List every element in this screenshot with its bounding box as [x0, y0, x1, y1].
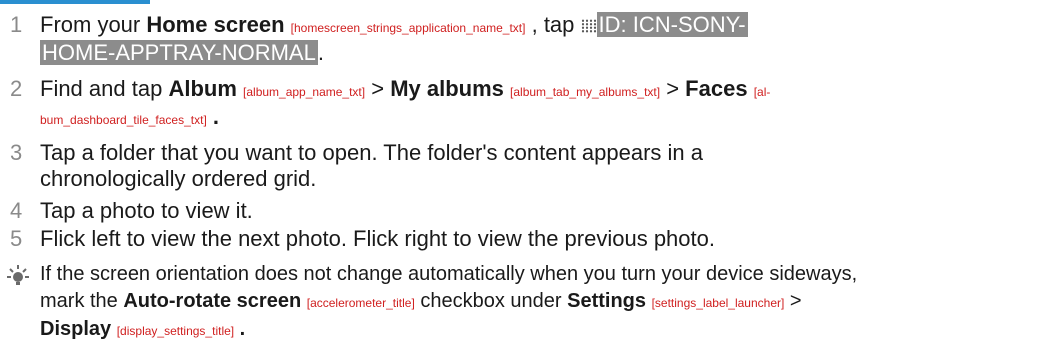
string-ref: [album_tab_my_albums_txt]: [510, 85, 661, 99]
step-text: Find and tap Album [album_app_name_txt] …: [40, 76, 771, 101]
step-number: 5: [10, 226, 23, 251]
step-number: 3: [10, 140, 23, 165]
step-text: Tap a photo to view it.: [40, 198, 253, 223]
tip-line-3: Display [display_settings_title] .: [40, 318, 246, 340]
lightbulb-icon: [4, 262, 32, 290]
album-term: Album: [168, 76, 237, 101]
section-accent-bar: [0, 0, 150, 4]
string-ref: [album_app_name_txt]: [243, 85, 366, 99]
step-number: 4: [10, 198, 23, 223]
icon-placeholder: ID: ICN-SONY-: [596, 12, 748, 37]
home-screen-term: Home screen: [146, 12, 285, 37]
step-number: 2: [10, 76, 23, 101]
icon-placeholder-cont: HOME-APPTRAY-NORMAL: [40, 40, 318, 65]
tip-line-1: If the screen orientation does not chang…: [40, 263, 858, 285]
tip-line-2: mark the Auto-rotate screen [acceleromet…: [40, 290, 802, 312]
step-text-cont: chronologically ordered grid.: [40, 166, 317, 191]
step-text: From your Home screen [homescreen_string…: [40, 12, 748, 37]
string-ref: [homescreen_strings_application_name_txt…: [290, 21, 526, 35]
auto-rotate-term: Auto-rotate screen: [123, 290, 302, 312]
string-ref-cont: bum_dashboard_tile_faces_txt]: [40, 113, 207, 127]
my-albums-term: My albums: [390, 76, 504, 101]
display-term: Display: [40, 318, 112, 340]
string-ref: [display_settings_title]: [116, 324, 235, 338]
step-text: Tap a folder that you want to open. The …: [40, 140, 704, 165]
step-number: 1: [10, 12, 23, 37]
faces-term: Faces: [685, 76, 748, 101]
app-tray-icon: [580, 19, 597, 33]
settings-term: Settings: [567, 290, 647, 312]
step-text: Flick left to view the next photo. Flick…: [40, 226, 715, 251]
string-ref: [settings_label_launcher]: [651, 296, 785, 310]
string-ref: [accelerometer_title]: [306, 296, 415, 310]
string-ref: [al-: [753, 85, 771, 99]
